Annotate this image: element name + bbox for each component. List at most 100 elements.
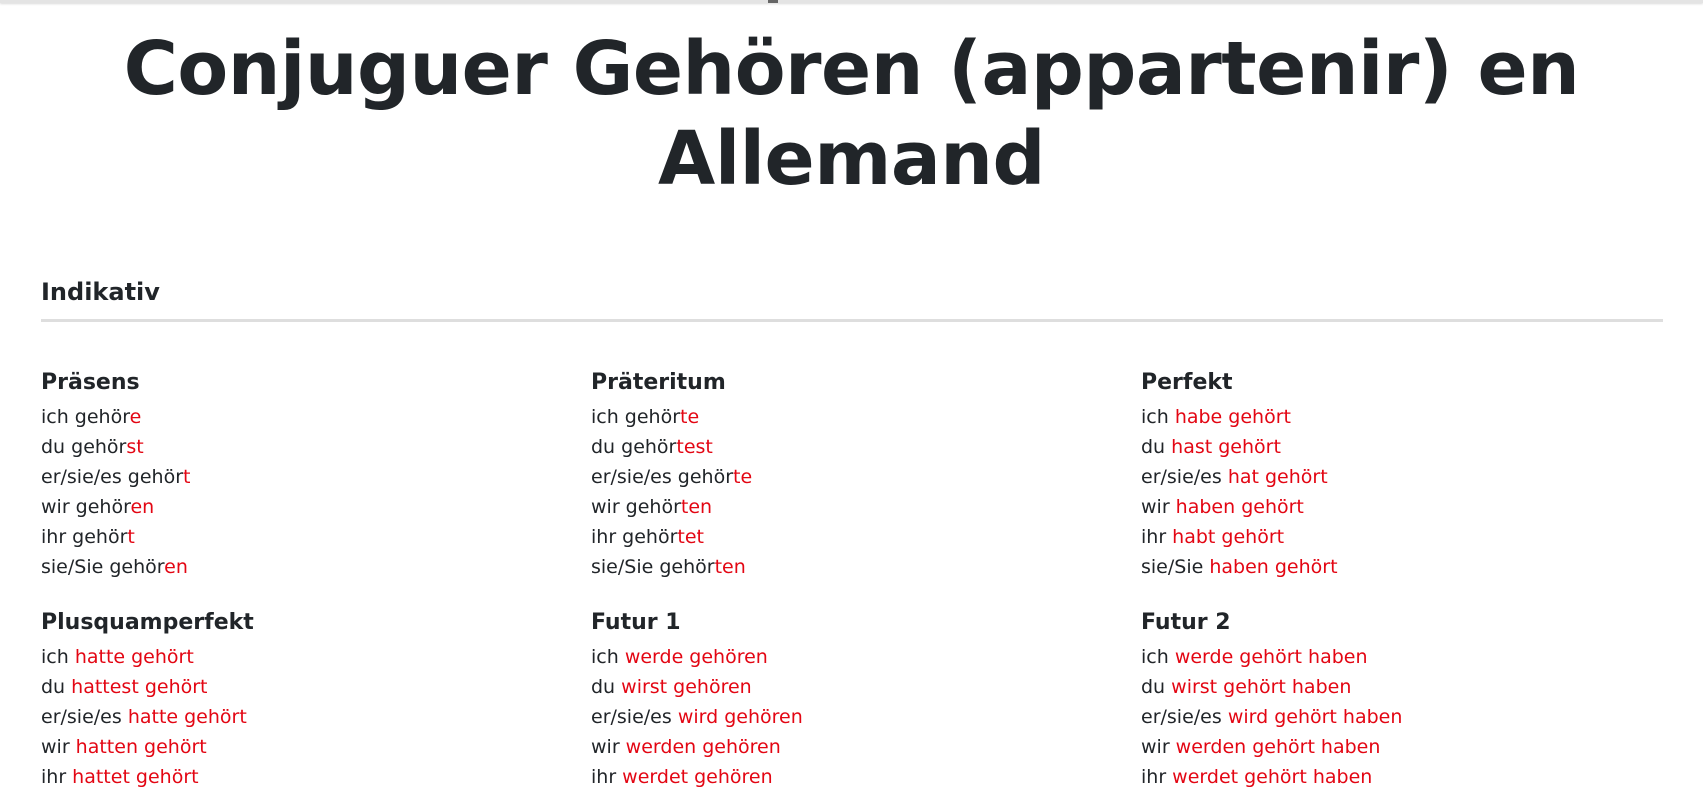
conjugation-row: ihr gehört <box>41 522 561 552</box>
conjugation-stem: ich <box>1141 406 1175 428</box>
conjugation-row: du hattest gehört <box>41 672 561 702</box>
conjugation-ending: werden gehören <box>625 736 781 758</box>
top-bar <box>0 0 1703 3</box>
conjugation-stem: wir gehör <box>41 496 131 518</box>
section-heading-indikativ: Indikativ <box>41 278 160 306</box>
tense-heading: Futur 1 <box>591 610 681 635</box>
conjugation-ending: werde gehört haben <box>1174 646 1368 668</box>
conjugation-row: er/sie/es wird gehören <box>591 702 1111 732</box>
conjugation-ending: te <box>680 406 700 428</box>
conjugation-row: ihr hattet gehört <box>41 762 561 792</box>
conjugation-stem: wir <box>1141 496 1176 518</box>
conjugation-ending: st <box>126 436 144 458</box>
conjugation-stem: wir <box>41 736 76 758</box>
section-divider <box>41 319 1663 322</box>
conjugation-stem: er/sie/es gehör <box>41 466 184 488</box>
conjugation-stem: ich gehör <box>591 406 681 428</box>
conjugation-ending: werdet gehört haben <box>1172 766 1373 788</box>
tense-block-futur-1: Futur 1 ich werde gehören du wirst gehör… <box>591 608 1111 792</box>
conjugation-stem: ihr gehör <box>41 526 128 548</box>
conjugation-ending: tet <box>677 526 704 548</box>
conjugation-ending: haben gehört <box>1209 556 1338 578</box>
conjugation-row: ich gehörte <box>591 402 1111 432</box>
conjugation-row: sie/Sie gehörten <box>591 552 1111 582</box>
conjugation-ending: wirst gehören <box>621 676 752 698</box>
conjugation-ending: en <box>130 496 155 518</box>
conjugation-stem: sie/Sie gehör <box>591 556 715 578</box>
conjugation-ending: wirst gehört haben <box>1171 676 1352 698</box>
conjugation-stem: ihr <box>41 766 73 788</box>
conjugation-ending: hatte gehört <box>127 706 247 728</box>
conjugation-ending: hatten gehört <box>75 736 207 758</box>
conjugation-row: wir gehören <box>41 492 561 522</box>
conjugation-stem: du <box>1141 436 1172 458</box>
tense-heading: Präteritum <box>591 370 726 395</box>
conjugation-stem: er/sie/es <box>1141 706 1228 728</box>
conjugation-row: ihr werdet gehören <box>591 762 1111 792</box>
conjugation-row: sie/Sie haben gehört <box>1141 552 1661 582</box>
conjugation-row: ich habe gehört <box>1141 402 1661 432</box>
conjugation-ending: ten <box>680 496 713 518</box>
conjugation-row: ich werde gehören <box>591 642 1111 672</box>
conjugation-stem: du <box>1141 676 1172 698</box>
conjugation-ending: e <box>129 406 142 428</box>
conjugation-ending: en <box>164 556 188 578</box>
conjugation-row: wir werden gehören <box>591 732 1111 762</box>
conjugation-ending: test <box>676 436 713 458</box>
conjugation-row: wir gehörten <box>591 492 1111 522</box>
conjugation-ending: werde gehören <box>624 646 768 668</box>
conjugation-row: ihr gehörtet <box>591 522 1111 552</box>
conjugation-stem: er/sie/es <box>41 706 128 728</box>
conjugation-stem: wir gehör <box>591 496 681 518</box>
conjugation-ending: habt gehört <box>1172 526 1285 548</box>
conjugation-ending: wird gehören <box>677 706 803 728</box>
conjugation-row: wir hatten gehört <box>41 732 561 762</box>
conjugation-stem: ich <box>41 646 75 668</box>
conjugation-row: ich gehöre <box>41 402 561 432</box>
conjugation-stem: sie/Sie gehör <box>41 556 165 578</box>
conjugation-row: er/sie/es wird gehört haben <box>1141 702 1661 732</box>
conjugation-row: ich hatte gehört <box>41 642 561 672</box>
tense-block-praeteritum: Präteritum ich gehörte du gehörtest er/s… <box>591 368 1111 582</box>
conjugation-row: er/sie/es gehörte <box>591 462 1111 492</box>
conjugation-row: ihr habt gehört <box>1141 522 1661 552</box>
conjugation-row: ich werde gehört haben <box>1141 642 1661 672</box>
conjugation-row: er/sie/es hat gehört <box>1141 462 1661 492</box>
tense-block-perfekt: Perfekt ich habe gehört du hast gehört e… <box>1141 368 1661 582</box>
conjugation-stem: er/sie/es <box>1141 466 1228 488</box>
conjugation-row: sie/Sie gehören <box>41 552 561 582</box>
conjugation-row: wir haben gehört <box>1141 492 1661 522</box>
conjugation-ending: ten <box>714 556 746 578</box>
conjugation-stem: du <box>591 676 622 698</box>
conjugation-ending: t <box>183 466 191 488</box>
conjugation-ending: werden gehört haben <box>1175 736 1381 758</box>
conjugation-ending: t <box>127 526 135 548</box>
conjugation-stem: ihr gehör <box>591 526 678 548</box>
conjugation-row: du wirst gehört haben <box>1141 672 1661 702</box>
conjugation-stem: er/sie/es <box>591 706 678 728</box>
conjugation-ending: haben gehört <box>1175 496 1304 518</box>
conjugation-stem: du <box>41 676 72 698</box>
conjugation-row: er/sie/es gehört <box>41 462 561 492</box>
conjugation-stem: wir <box>1141 736 1176 758</box>
conjugation-ending: wird gehört haben <box>1227 706 1403 728</box>
conjugation-ending: hattest gehört <box>71 676 208 698</box>
conjugation-row: ihr werdet gehört haben <box>1141 762 1661 792</box>
conjugation-stem: sie/Sie <box>1141 556 1210 578</box>
conjugation-row: du gehörst <box>41 432 561 462</box>
tense-heading: Futur 2 <box>1141 610 1231 635</box>
tense-heading: Plusquamperfekt <box>41 610 254 635</box>
conjugation-ending: hat gehört <box>1227 466 1328 488</box>
conjugation-stem: ich <box>591 646 625 668</box>
page-title: Conjuguer Gehören (appartenir) en Allema… <box>123 26 1580 202</box>
conjugation-ending: te <box>733 466 753 488</box>
conjugation-stem: ich gehör <box>41 406 130 428</box>
tense-block-futur-2: Futur 2 ich werde gehört haben du wirst … <box>1141 608 1661 792</box>
conjugation-row: wir werden gehört haben <box>1141 732 1661 762</box>
conjugation-ending: hatte gehört <box>74 646 194 668</box>
conjugation-ending: habe gehört <box>1174 406 1291 428</box>
conjugation-stem: er/sie/es gehör <box>591 466 734 488</box>
conjugation-row: du gehörtest <box>591 432 1111 462</box>
tense-heading: Perfekt <box>1141 370 1233 395</box>
conjugation-stem: wir <box>591 736 626 758</box>
